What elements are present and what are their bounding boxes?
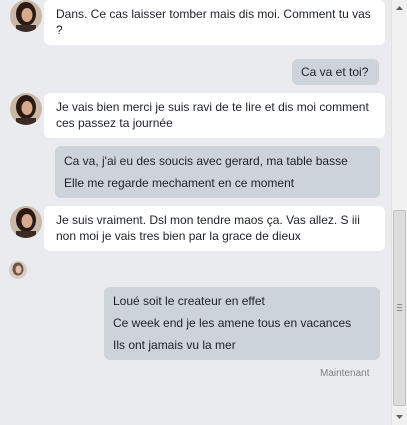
outgoing-message: Ca va et toi? — [292, 59, 379, 85]
thumb-grip — [397, 310, 402, 311]
incoming-message: Je vais bien merci je suis ravi de te li… — [44, 93, 385, 138]
scroll-down-arrow-icon[interactable] — [392, 409, 407, 425]
message-thread[interactable]: Dans. Ce cas laisser tomber mais dis moi… — [0, 0, 391, 425]
seen-avatar-icon — [9, 261, 27, 279]
message-text: Ca va et toi? — [301, 65, 369, 79]
message-text: Je vais bien merci je suis ravi de te li… — [56, 100, 369, 130]
outgoing-message: Ca va, j'ai eu des soucis avec gerard, m… — [55, 146, 380, 198]
incoming-message: Dans. Ce cas laisser tomber mais dis moi… — [44, 0, 385, 45]
vertical-scrollbar[interactable] — [391, 0, 407, 425]
message-text: Elle me regarde mechament en ce moment — [64, 176, 295, 190]
outgoing-message: Loué soit le createur en effet Ce week e… — [104, 287, 380, 360]
contact-avatar-icon[interactable] — [10, 206, 42, 238]
message-status: Maintenant — [320, 368, 370, 379]
message-text: Dans. Ce cas laisser tomber mais dis moi… — [56, 7, 371, 37]
scrollbar-thumb[interactable] — [393, 210, 406, 406]
contact-avatar-icon[interactable] — [10, 93, 42, 125]
message-text: Je suis vraiment. Dsl mon tendre maos ça… — [56, 213, 360, 243]
scroll-up-arrow-icon[interactable] — [392, 0, 407, 16]
thumb-grip — [397, 304, 402, 305]
thumb-grip — [397, 307, 402, 308]
contact-avatar-icon[interactable] — [10, 0, 42, 32]
incoming-message: Je suis vraiment. Dsl mon tendre maos ça… — [44, 206, 385, 251]
message-text: Loué soit le createur en effet — [113, 294, 265, 308]
message-text: Ils ont jamais vu la mer — [113, 338, 236, 352]
message-text: Ce week end je les amene tous en vacance… — [113, 316, 352, 330]
message-text: Ca va, j'ai eu des soucis avec gerard, m… — [64, 154, 348, 168]
